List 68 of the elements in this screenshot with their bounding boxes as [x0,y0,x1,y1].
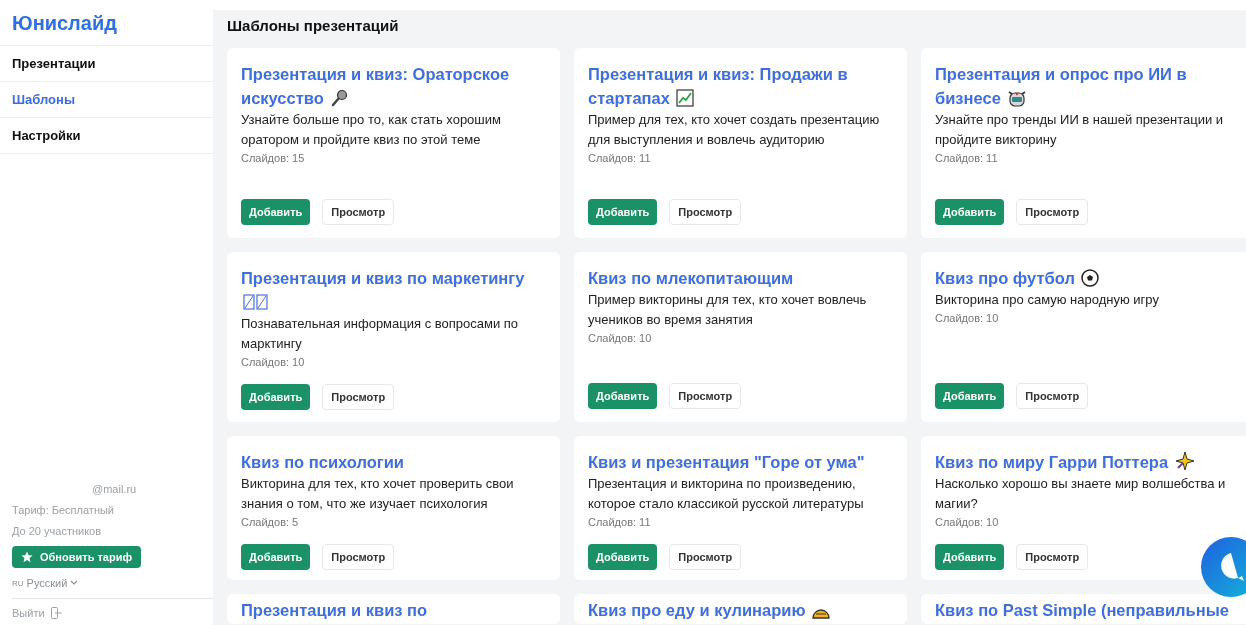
chat-widget-icon[interactable] [1200,536,1246,598]
preview-button[interactable]: Просмотр [669,544,742,570]
page-title: Шаблоны презентаций [226,16,400,36]
add-button[interactable]: Добавить [935,383,1005,409]
plan-label: Тариф: Бесплатный [12,504,116,516]
template-description: Узнайте про тренды ИИ в нашей презентации и пройдите викторину [935,111,1225,149]
preview-button[interactable]: Просмотр [1016,544,1089,570]
template-title[interactable]: Презентация и квиз по маркетингу [241,266,534,314]
template-title[interactable]: Квиз и презентация "Горе от ума" [588,450,881,474]
template-title[interactable]: Квиз по Past Simple (неправильные [935,600,1228,620]
add-button[interactable]: Добавить [241,199,311,225]
slide-count: Слайдов: 11 [588,515,652,530]
preview-button[interactable]: Просмотр [322,544,395,570]
robot-icon [1007,89,1028,107]
language-selector[interactable]: RU Русский [12,577,79,589]
add-button[interactable]: Добавить [588,383,658,409]
template-description: Викторина про самую народную игру [935,291,1160,309]
participants-limit: До 20 участников [12,525,103,537]
template-description: Викторина для тех, кто хочет проверить свои знания о том, что же изучает психология [241,475,515,513]
chevron-down-icon [70,580,79,586]
sidebar-nav-item[interactable]: Шаблоны [0,81,213,117]
slide-count: Слайдов: 15 [241,151,306,166]
template-title[interactable]: Презентация и квиз по [241,600,534,620]
preview-button[interactable]: Просмотр [1016,199,1089,225]
template-description: Узнайте больше про то, как стать хорошим оратором и пройдите квиз по этой теме [241,111,502,149]
template-description: Пример для тех, кто хочет создать презентацию для выступления и вовлечь аудиторию [588,111,881,149]
template-title[interactable]: Презентация и опрос про ИИ в бизнесе [935,62,1228,110]
slide-count: Слайдов: 10 [588,331,653,346]
template-description: Насколько хорошо вы знаете мир волшебства и магии? [935,475,1227,513]
template-description: Презентация и викторина по произведению, которое стало классикой русской литературы [588,475,865,513]
logout-link[interactable]: Выйти [12,607,45,619]
user-email: @mail.ru [91,483,138,495]
star-icon [21,551,33,563]
slide-count: Слайдов: 10 [935,515,1000,530]
add-button[interactable]: Добавить [935,544,1005,570]
preview-button[interactable]: Просмотр [1016,383,1089,409]
add-button[interactable]: Добавить [241,384,311,410]
chart-icon [676,89,695,107]
sidebar-nav-item[interactable]: Настройки [0,117,213,154]
add-button[interactable]: Добавить [935,199,1005,225]
preview-button[interactable]: Просмотр [322,384,395,410]
template-title[interactable]: Квиз по млекопитающим [588,266,881,290]
sparkle-icon [1174,451,1195,471]
app-logo: Юнислайд [11,11,118,36]
slide-count: Слайдов: 10 [935,311,1000,326]
preview-button[interactable]: Просмотр [669,383,742,409]
add-button[interactable]: Добавить [588,544,658,570]
logout-icon [50,607,62,619]
sidebar-nav-item[interactable]: Презентации [0,45,213,81]
template-title[interactable]: Квиз про футбол [935,266,1228,290]
add-button[interactable]: Добавить [588,199,658,225]
template-title[interactable]: Презентация и квиз: Продажи в стартапах [588,62,881,110]
soccer-ball-icon [1081,269,1100,287]
slide-count: Слайдов: 11 [588,151,652,166]
slide-count: Слайдов: 5 [241,515,300,530]
template-title[interactable]: Квиз по миру Гарри Поттера [935,450,1228,474]
upgrade-plan-button[interactable]: Обновить тариф [12,546,142,568]
template-title[interactable]: Квиз по психологии [241,450,534,474]
add-button[interactable]: Добавить [241,544,311,570]
template-title[interactable]: Презентация и квиз: Ораторское искусство [241,62,534,110]
preview-button[interactable]: Просмотр [322,199,395,225]
preview-button[interactable]: Просмотр [669,199,742,225]
template-description: Пример викторины для тех, кто хочет вовлечь учеников во время занятия [588,291,868,329]
missing-glyph-icon [243,293,269,311]
slide-count: Слайдов: 11 [935,151,999,166]
template-title[interactable]: Квиз про еду и кулинарию [588,600,881,620]
template-description: Познавательная информация с вопросами по марктингу [241,315,520,353]
slide-count: Слайдов: 10 [241,355,306,370]
